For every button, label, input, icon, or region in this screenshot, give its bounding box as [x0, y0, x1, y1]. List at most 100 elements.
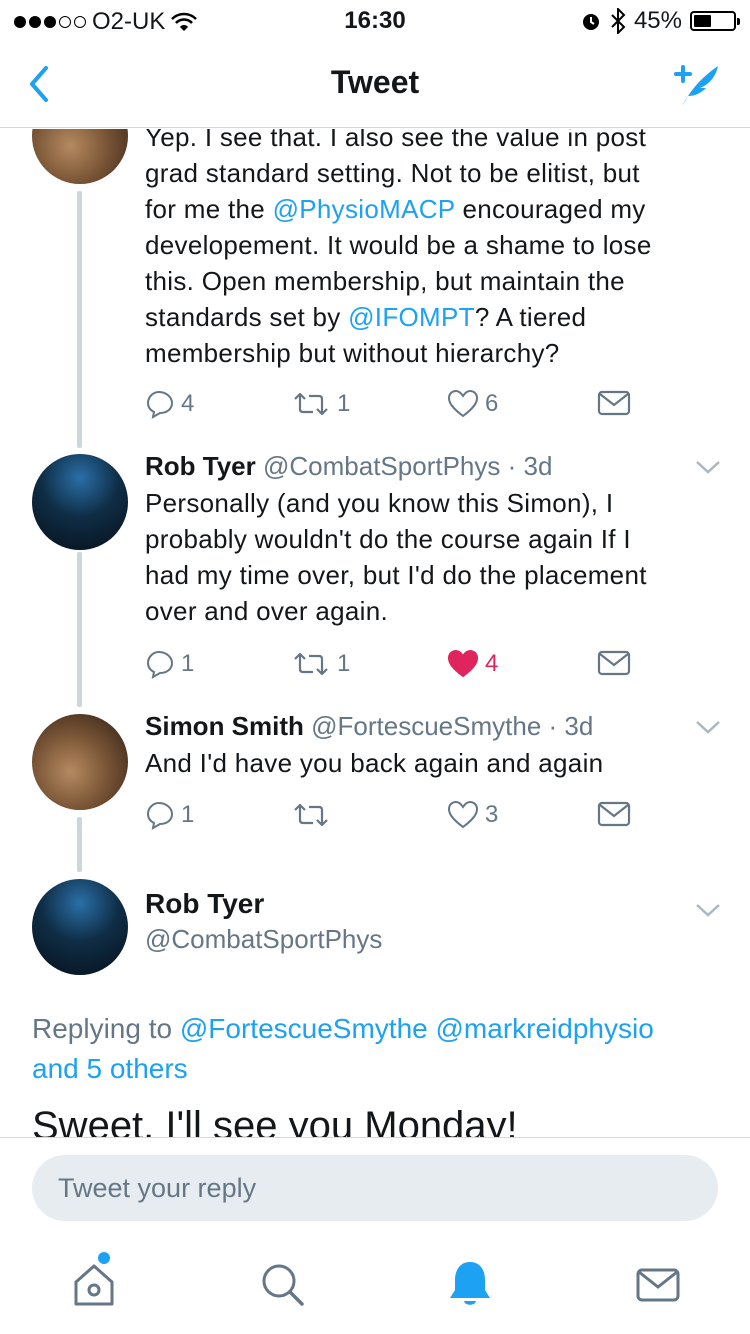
author-handle[interactable]: @CombatSportPhys: [263, 451, 500, 481]
nav-bar: Tweet: [0, 40, 750, 128]
avatar[interactable]: [32, 879, 128, 975]
status-bar: O2-UK 16:30 45%: [0, 0, 750, 40]
tweet-header: Rob Tyer @CombatSportPhys · 3d: [145, 451, 553, 481]
tweet-text-segment: grad standard setting. Not to be elitist…: [145, 158, 640, 188]
thread-line: [77, 552, 82, 707]
battery-percent: 45%: [633, 7, 682, 34]
retweet-count: 1: [337, 650, 351, 677]
retweet-icon: [294, 392, 328, 416]
tweet-text-segment: developement. It would be a shame to los…: [145, 230, 652, 260]
author-name[interactable]: Rob Tyer: [145, 451, 256, 481]
tweet-header: Simon Smith @FortescueSmythe · 3d: [145, 711, 594, 741]
envelope-icon: [597, 390, 631, 416]
tweet-actions: 1 3: [145, 800, 645, 836]
like-button[interactable]: 4: [447, 649, 498, 679]
mention-link[interactable]: @markreidphysio: [436, 1013, 654, 1044]
tweet-text-segment: for me the: [145, 194, 273, 224]
tweet-text-segment: encouraged my: [454, 194, 646, 224]
alarm-icon: [582, 14, 599, 30]
like-count: 6: [485, 390, 499, 417]
author-name[interactable]: Rob Tyer: [145, 888, 725, 920]
retweet-icon: [294, 652, 328, 676]
thread-line: [77, 191, 82, 448]
reply-button[interactable]: 1: [145, 800, 194, 830]
tweet-text-segment: this. Open membership, but maintain the: [145, 266, 625, 296]
reply-count: 1: [181, 801, 195, 828]
tweet[interactable]: Simon Smith @FortescueSmythe · 3d And I'…: [0, 707, 750, 872]
retweet-count: 1: [337, 390, 351, 417]
chevron-down-icon[interactable]: [694, 717, 722, 737]
tweet-text: Sweet. I'll see you Monday!: [32, 1104, 518, 1137]
retweet-button[interactable]: 1: [291, 649, 350, 679]
bluetooth-icon: [611, 8, 626, 34]
tweet-text-segment: ? A tiered: [474, 302, 587, 332]
tab-notifications[interactable]: [440, 1254, 500, 1314]
notification-dot: [98, 1252, 110, 1264]
heart-icon: [447, 800, 479, 829]
bell-icon: [450, 1262, 490, 1305]
author-handle[interactable]: @CombatSportPhys: [145, 924, 725, 955]
tweet-text-segment: Yep. I see that. I also see the value in…: [145, 129, 647, 152]
tweet-text: And I'd have you back again and again: [145, 748, 604, 778]
avatar[interactable]: [32, 714, 128, 810]
envelope-icon: [636, 1268, 680, 1302]
tweet[interactable]: Rob Tyer @CombatSportPhys · 3d Personall…: [0, 449, 750, 707]
tweet-text-segment: standards set by: [145, 302, 349, 332]
direct-message-button[interactable]: [597, 649, 631, 677]
thread-line: [77, 817, 82, 872]
mention-link[interactable]: @FortescueSmythe: [180, 1013, 428, 1044]
direct-message-button[interactable]: [597, 800, 631, 828]
reply-icon: [146, 801, 174, 830]
like-count: 3: [485, 801, 499, 828]
tweet-actions: 1 1 4: [145, 649, 645, 685]
heart-filled-icon: [447, 649, 479, 678]
tweet-text-segment: membership but without hierarchy?: [145, 338, 560, 368]
tab-bar: [0, 1234, 750, 1334]
tweet-time: 3d: [523, 451, 553, 481]
status-right: 45%: [580, 7, 740, 35]
tab-home[interactable]: [64, 1252, 124, 1314]
tweet[interactable]: Yep. I see that. I also see the value in…: [0, 129, 750, 449]
reply-button[interactable]: 4: [145, 389, 194, 419]
reply-input[interactable]: [32, 1155, 718, 1221]
reply-bar: [0, 1137, 750, 1234]
reply-count: 4: [181, 390, 195, 417]
retweet-icon: [294, 803, 328, 827]
envelope-icon: [597, 650, 631, 676]
envelope-icon: [597, 801, 631, 827]
reply-button[interactable]: 1: [145, 649, 194, 679]
like-button[interactable]: 6: [447, 389, 498, 419]
others-link[interactable]: and 5 others: [32, 1053, 188, 1084]
chevron-down-icon[interactable]: [694, 900, 722, 920]
search-icon: [262, 1264, 304, 1306]
tab-messages[interactable]: [628, 1254, 688, 1314]
compose-tweet-icon[interactable]: [668, 60, 724, 110]
heart-icon: [447, 389, 479, 418]
tab-search[interactable]: [252, 1254, 312, 1314]
reply-icon: [146, 390, 174, 419]
mention-link[interactable]: @IFOMPT: [348, 302, 475, 332]
retweet-button[interactable]: 1: [291, 389, 350, 419]
reply-icon: [146, 650, 174, 679]
like-button[interactable]: 3: [447, 800, 498, 830]
focused-tweet-header: Rob Tyer @CombatSportPhys: [145, 888, 725, 955]
tweet-text: Yep. I see that. I also see the value in…: [145, 129, 725, 371]
page-title: Tweet: [330, 64, 420, 100]
tweet-actions: 4 1 6: [145, 389, 645, 425]
retweet-button[interactable]: [291, 800, 337, 830]
focused-tweet: Rob Tyer @CombatSportPhys Replying to @F…: [0, 872, 750, 1137]
author-handle[interactable]: @FortescueSmythe: [311, 711, 541, 741]
author-name[interactable]: Simon Smith: [145, 711, 304, 741]
mention-link[interactable]: @PhysioMACP: [273, 194, 455, 224]
direct-message-button[interactable]: [597, 389, 631, 417]
chevron-down-icon[interactable]: [694, 457, 722, 477]
like-count: 4: [485, 650, 499, 677]
tweet-time: 3d: [564, 711, 594, 741]
avatar[interactable]: [32, 129, 128, 184]
tweet-content: Rob Tyer @CombatSportPhys · 3d Personall…: [145, 449, 725, 629]
avatar[interactable]: [32, 454, 128, 550]
conversation-thread: Yep. I see that. I also see the value in…: [0, 129, 750, 1137]
replying-to: Replying to @FortescueSmythe @markreidph…: [32, 1013, 654, 1084]
battery-icon: [690, 11, 740, 31]
tweet-text: Personally (and you know this Simon), I …: [145, 488, 647, 626]
